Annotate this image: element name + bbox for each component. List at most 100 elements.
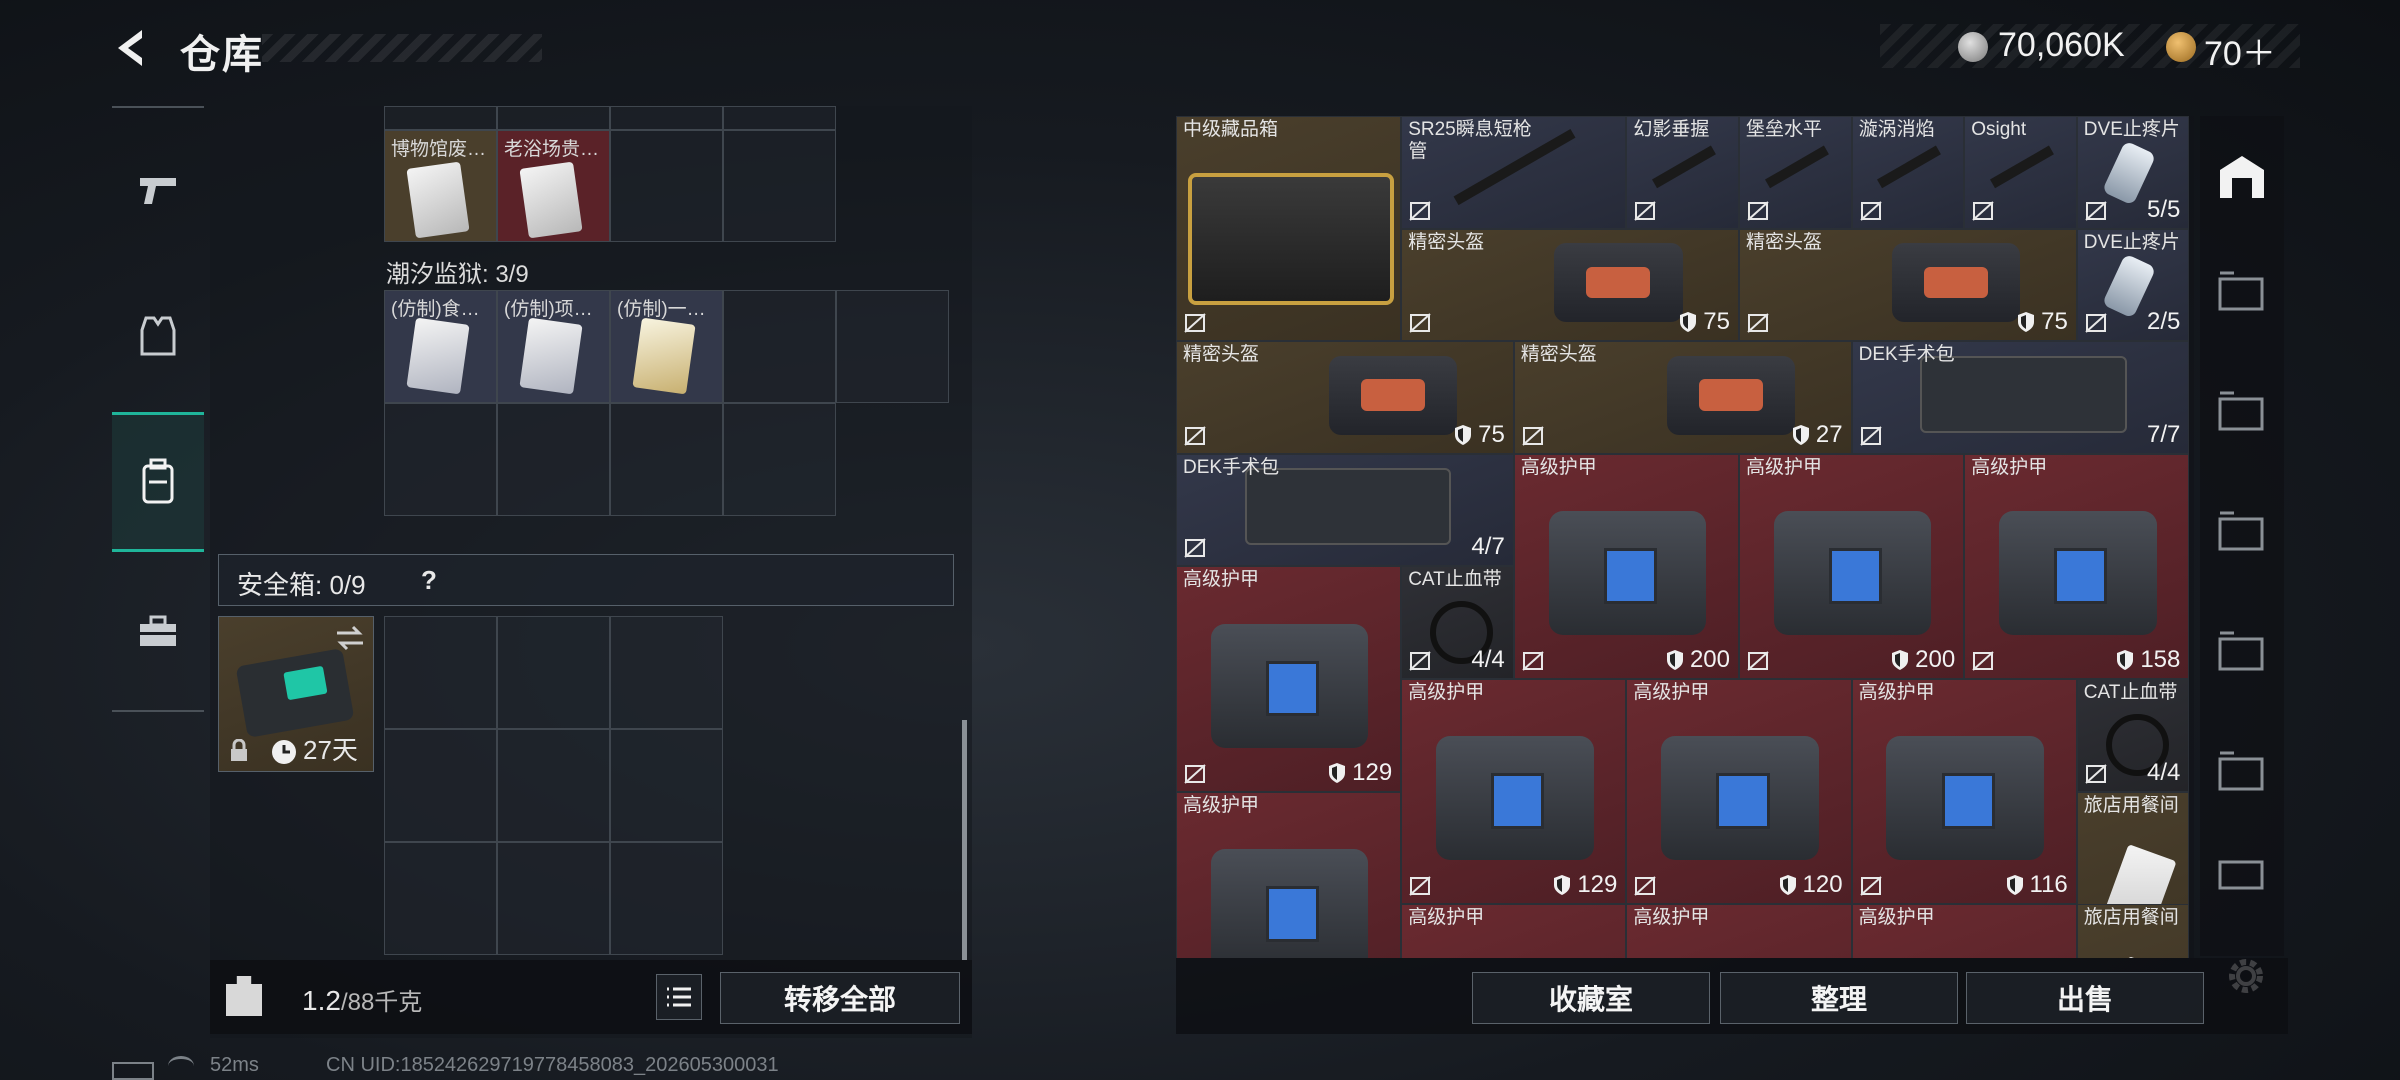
armor-icon [1210,623,1369,748]
tab-armor[interactable] [112,290,204,382]
inventory-item[interactable]: 幻影垂握 [1626,116,1739,229]
inventory-item[interactable]: 中级藏品箱 [1176,116,1402,342]
stash-page-icon [2218,391,2264,431]
no-trade-icon [1747,200,1769,221]
item-name: 堡垒水平 [1746,119,1823,140]
item-name: 老浴场贵… [504,139,600,160]
grid-cell[interactable] [497,729,610,842]
inventory-item[interactable]: 高级护甲 200 [1739,453,1965,679]
stash-item[interactable]: 老浴场贵… [497,130,610,242]
token-balance[interactable]: 70＋ [2204,26,2276,75]
grid-cell[interactable] [384,403,497,516]
inventory-item[interactable]: 高级护甲 129 [1401,679,1627,905]
help-icon[interactable]: ? [421,565,437,596]
grid-cell[interactable] [384,842,497,955]
safebox-device-icon [235,648,355,738]
grid-cell[interactable] [497,403,610,516]
inventory-item[interactable]: 高级护甲 158 [1964,453,2190,679]
item-name: 高级护甲 [1408,907,1485,929]
item-name: 幻影垂握 [1633,119,1710,140]
grid-cell[interactable] [384,729,497,842]
back-arrow-icon[interactable] [112,26,156,70]
armor-icon [1661,736,1819,861]
inventory-item[interactable]: 高级护甲 129 [1176,566,1402,792]
no-trade-icon [2085,313,2107,333]
inventory-item[interactable]: SR25瞬息短枪管 [1401,116,1627,229]
swap-icon[interactable] [335,625,365,651]
item-name: 高级护甲 [1858,907,1935,929]
tab-weapons[interactable] [112,144,204,236]
stash-grid-top: 博物馆废… 老浴场贵… [384,106,836,246]
inventory-item[interactable]: 旅店用餐间 [2076,904,2190,958]
grid-cell[interactable] [723,130,836,242]
tab-main-stash[interactable] [2204,126,2280,226]
inventory-item[interactable]: 高级护甲 200 [1513,453,1739,679]
stash-item[interactable]: (仿制)一… [610,290,723,403]
grid-cell[interactable] [723,403,836,516]
tab-stash-6[interactable] [2204,720,2280,820]
attachment-icon [1651,145,1716,189]
grid-cell[interactable] [610,616,723,729]
inventory-item[interactable]: 高级护甲 [1626,904,1852,958]
stash-item[interactable]: (仿制)项… [497,290,610,403]
inventory-item[interactable]: 精密头盔 75 [1401,228,1739,342]
inventory-item[interactable]: 高级护甲 [1176,791,1402,958]
inventory-item[interactable]: 高级护甲 116 [1851,679,2077,905]
grid-cell[interactable] [384,106,497,130]
inventory-item[interactable]: DEK手术包 4/7 [1176,453,1514,567]
inventory-item[interactable]: DEK手术包 7/7 [1851,341,2190,454]
transfer-all-button[interactable]: 转移全部 [720,972,960,1024]
list-view-button[interactable] [656,974,702,1020]
inventory-item[interactable]: 高级护甲 [1401,904,1627,958]
tab-stash-7[interactable] [2204,840,2280,900]
grid-cell[interactable] [723,290,836,403]
grid-cell[interactable] [610,842,723,955]
inventory-item[interactable]: 高级护甲 120 [1626,679,1852,905]
grid-cell[interactable] [384,616,497,729]
grid-cell[interactable] [610,403,723,516]
sort-button[interactable]: 整理 [1720,972,1958,1024]
tab-stash-2[interactable] [2204,240,2280,340]
no-trade-icon [1409,651,1431,671]
grid-cell[interactable] [497,842,610,955]
grid-cell[interactable] [497,616,610,729]
durability-shield-icon [1455,424,1472,445]
grid-cell[interactable] [610,106,723,130]
no-trade-icon [1972,651,1994,671]
inventory-item[interactable]: CAT止血带 4/4 [1401,566,1514,679]
inventory-item[interactable]: 漩涡消焰 [1851,116,1965,229]
grid-cell[interactable] [723,106,836,130]
inventory-item[interactable]: 精密头盔 27 [1513,341,1852,454]
no-trade-icon [1859,200,1882,221]
safebox-item[interactable]: 27天 [218,616,374,772]
stash-scrollbar[interactable] [962,720,967,960]
inventory-item[interactable]: DVE止疼片 2/5 [2076,228,2190,342]
inventory-item[interactable]: 高级护甲 [1851,904,2077,958]
safebox-header: 安全箱: 0/9 ? [218,554,954,606]
grid-cell[interactable] [610,729,723,842]
stash-item[interactable]: (仿制)食… [384,290,497,403]
grid-cell[interactable] [610,130,723,242]
inventory-item[interactable]: 堡垒水平 [1739,116,1852,229]
inventory-item[interactable]: CAT止血带 4/4 [2076,679,2190,792]
inventory-item[interactable]: 精密头盔 75 [1176,341,1514,454]
inventory-item[interactable]: DVE止疼片 5/5 [2076,116,2190,229]
item-name: 高级护甲 [1633,682,1710,703]
tab-tools[interactable] [112,586,204,678]
tab-stash-4[interactable] [2204,480,2280,580]
tab-stash-3[interactable] [2204,360,2280,460]
item-name: DVE止疼片 [2083,119,2180,140]
tab-backpack[interactable] [112,412,204,552]
attachment-icon [1764,145,1829,189]
no-trade-icon [1634,200,1657,221]
token-icon [2166,32,2196,62]
grid-cell[interactable] [497,106,610,130]
no-trade-icon [1634,876,1657,896]
tab-stash-5[interactable] [2204,600,2280,700]
grid-cell[interactable] [836,290,949,403]
collection-room-button[interactable]: 收藏室 [1472,972,1710,1024]
stash-item[interactable]: 博物馆废… [384,130,497,242]
inventory-item[interactable]: 精密头盔 75 [1739,228,2077,342]
sell-button[interactable]: 出售 [1966,972,2204,1024]
inventory-item[interactable]: Osight [1964,116,2077,229]
